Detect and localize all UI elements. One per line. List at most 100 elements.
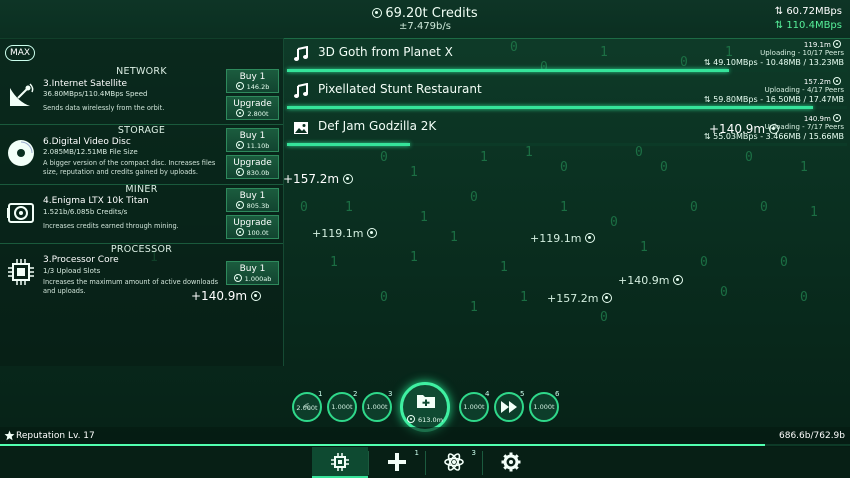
transfer-arrows-icon: ⇅ [703,58,714,67]
upload-arrows-icon: ⇅ [774,6,787,17]
atom-icon [444,453,464,471]
satellite-dish-icon [10,83,34,106]
coin-icon [233,274,242,282]
reputation-progress [0,444,850,446]
download-progress [287,69,847,72]
coin-icon [235,82,244,90]
disc-icon [8,140,34,166]
item-description: Sends data wirelessly from the orbit. [43,104,165,112]
coin-icon [584,233,595,243]
music-note-icon [294,83,308,98]
download-value: 157.2m [804,77,844,86]
cpu-chip-icon [8,259,34,285]
max-button[interactable]: MAX [5,45,35,61]
buy-button[interactable]: Buy 1 11.10b [226,128,279,152]
reputation-value: 686.6b/762.9b [779,431,845,441]
tab-settings[interactable] [483,447,539,478]
transfer-arrows-icon: ⇅ [703,95,714,104]
floating-credit: +140.9m [191,289,264,303]
coin-icon [407,415,416,423]
upgrade-button[interactable]: Upgrade 830.0b [226,155,279,179]
upload-speed: ⇅ 60.72MBps [774,6,842,17]
floating-credit: +157.2m [283,172,356,186]
floating-credit: +157.2m [547,292,615,305]
upgrade-button[interactable]: Upgrade 100.0t [226,215,279,239]
coin-icon [250,291,261,301]
tab-badge: 1 [414,449,419,457]
download-status: Uploading - 4/17 Peers [764,86,844,94]
coin-icon [833,114,841,122]
tab-new-download[interactable]: 1 [369,447,425,478]
download-item[interactable]: 3D Goth from Planet X 119.1m Uploading -… [287,38,847,72]
skill-number: 1 [318,390,323,398]
coin-icon [366,228,377,238]
coin-icon [236,109,245,117]
tab-badge: 3 [471,449,476,457]
section-network: NETWORK 3.Internet Satellite 36.80MBps/1… [0,66,283,125]
coin-icon [601,293,612,303]
section-storage: STORAGE 6.Digital Video Disc 2.085MB/12.… [0,124,283,185]
skill-number: 3 [388,390,393,398]
floating-credit: +119.1m [530,232,598,245]
credits-value: 69.20t Credits [385,6,478,21]
item-stat: 1/3 Upload Slots [43,267,101,275]
download-title: 3D Goth from Planet X [318,45,453,59]
plus-icon [388,453,406,471]
section-title: PROCESSOR [110,244,173,255]
item-name: 4.Enigma LTX 10k Titan [43,196,149,206]
floating-credit: +140.9m [709,122,782,136]
download-speed: ⇅ 49.10MBps - 10.48MB / 13.23MB [703,58,844,67]
item-description: Increases credits earned through mining. [43,222,179,230]
fast-forward-icon [501,401,517,413]
download-title: Def Jam Godzilla 2K [318,119,437,133]
settings-icon [501,452,521,472]
item-stat: 36.80MBps/110.4MBps Speed [43,90,148,98]
download-progress [287,143,847,146]
floating-credit: +140.9m [618,274,686,287]
music-note-icon [294,46,308,61]
tab-research[interactable]: 3 [426,447,482,478]
hardware-gear-icon [331,453,349,471]
skill-number: 4 [485,390,490,398]
download-title: Pixellated Stunt Restaurant [318,82,482,96]
coin-icon [833,40,841,48]
section-miner: MINER 4.Enigma LTX 10k Titan 1.521b/6.08… [0,184,283,244]
item-name: 3.Processor Core [43,255,119,265]
coin-icon [236,228,245,236]
download-speed: ⇅ 59.80MBps - 16.50MB / 17.47MB [703,95,844,104]
tab-hardware[interactable] [312,447,368,478]
buy-button[interactable]: Buy 1 805.3b [226,188,279,212]
item-stat: 1.521b/6.085b Credits/s [43,208,128,216]
add-download-button[interactable]: 613.0m [400,382,450,432]
download-arrows-icon: ⇅ [774,20,787,31]
gpu-icon [7,203,34,223]
download-value: 140.9m [804,114,844,123]
download-value: 119.1m [804,40,844,49]
upgrade-button[interactable]: Upgrade 2.800t [226,96,279,120]
top-bar: 69.20t Credits ±7.479b/s ⇅ 60.72MBps ⇅ 1… [0,0,850,39]
download-speed: ⇅ 110.4MBps [774,20,842,31]
add-folder-icon [417,395,435,408]
skill-number: 5 [520,390,525,398]
coin-icon [235,141,244,149]
download-progress [287,106,847,109]
credits-display: 69.20t Credits [0,6,850,21]
star-icon [4,430,15,441]
coin-icon [235,168,244,176]
buy-button[interactable]: Buy 1 1.000ab [226,261,279,285]
item-name: 6.Digital Video Disc [43,137,131,147]
skill-number: 2 [353,390,358,398]
coin-icon [833,77,841,85]
floating-credit: +119.1m [312,227,380,240]
coin-icon [672,275,683,285]
item-stat: 2.085MB/12.51MB File Size [43,148,138,156]
credits-rate: ±7.479b/s [399,21,451,32]
coin-icon [342,174,353,184]
reputation-label: Reputation Lv. 17 [16,431,95,441]
skill-number: 6 [555,390,560,398]
buy-button[interactable]: Buy 1 146.2b [226,69,279,93]
download-item[interactable]: Pixellated Stunt Restaurant 157.2m Uploa… [287,75,847,109]
item-name: 3.Internet Satellite [43,79,128,89]
coin-icon [372,8,383,18]
download-status: Uploading - 10/17 Peers [760,49,844,57]
